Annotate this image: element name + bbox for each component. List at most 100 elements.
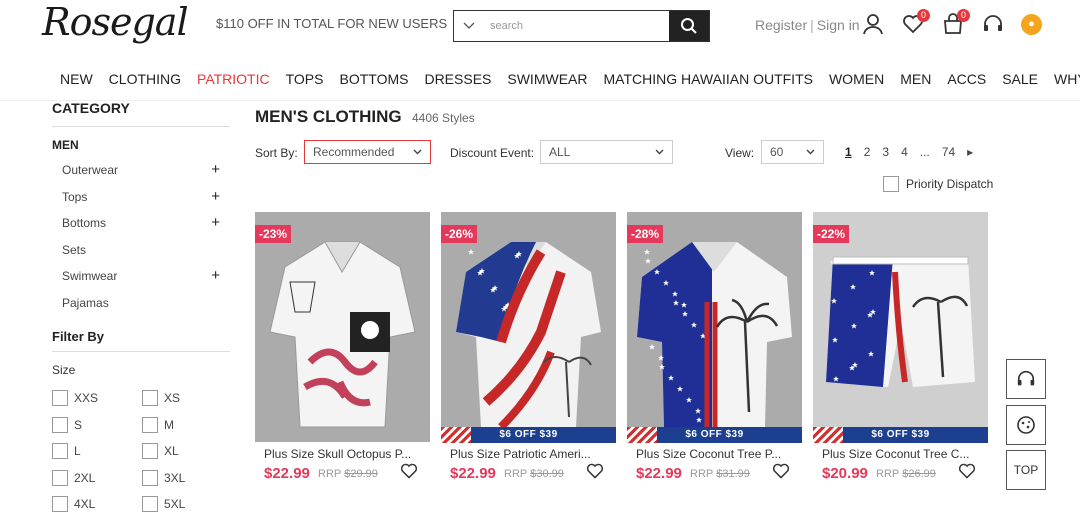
register-link[interactable]: Register <box>755 17 807 33</box>
promo-strip[interactable]: $6 OFF $39 <box>627 427 802 443</box>
priority-dispatch-filter[interactable]: Priority Dispatch <box>883 176 993 192</box>
size-option-s[interactable]: S <box>52 416 82 433</box>
discount-select[interactable]: ALL <box>540 140 673 164</box>
size-checkbox[interactable] <box>142 496 158 512</box>
promo-text[interactable]: $110 OFF IN TOTAL FOR NEW USERS <box>216 16 447 31</box>
nav-item-men[interactable]: MEN <box>900 71 931 87</box>
category-title: CATEGORY <box>52 100 130 116</box>
sidebar-item-outerwear[interactable]: Outerwear + <box>62 162 220 177</box>
page-4[interactable]: ... <box>920 145 930 159</box>
sidebar-item-label: Outerwear <box>62 163 119 177</box>
size-checkbox[interactable] <box>142 416 158 433</box>
size-checkbox[interactable] <box>52 416 68 433</box>
page-2[interactable]: 3 <box>882 145 889 159</box>
size-checkbox[interactable] <box>142 443 158 459</box>
promo-strip[interactable]: $6 OFF $39 <box>813 427 988 443</box>
sidebar-item-pajamas[interactable]: Pajamas <box>62 296 220 310</box>
size-option-xs[interactable]: XS <box>142 390 180 406</box>
size-checkbox[interactable] <box>142 469 158 486</box>
sidebar-item-sets[interactable]: Sets <box>62 243 220 257</box>
nav-item-patriotic[interactable]: PATRIOTIC <box>197 71 270 87</box>
expand-plus-icon[interactable]: + <box>211 189 220 204</box>
discount-badge: -22% <box>813 225 850 243</box>
user-icon[interactable] <box>862 13 884 35</box>
rosegal-logo[interactable]: Rosegal <box>42 0 189 44</box>
product-name[interactable]: Plus Size Coconut Tree P... <box>636 447 786 461</box>
wishlist-heart-icon[interactable] <box>772 462 790 480</box>
wishlist-icon[interactable]: 0 <box>902 9 930 35</box>
product-card[interactable]: -28% $6 OFF $39 Plus Size Coconut Tree P..… <box>627 212 802 513</box>
product-image-coconut-tree-shirt[interactable] <box>627 212 802 442</box>
size-option-l[interactable]: L <box>52 443 81 459</box>
size-option-xl[interactable]: XL <box>142 443 179 459</box>
nav-item-clothing[interactable]: CLOTHING <box>109 71 181 87</box>
category-men[interactable]: MEN <box>52 138 79 152</box>
next-page-arrow-icon[interactable]: ▸ <box>967 145 973 159</box>
sort-select[interactable]: Recommended <box>304 140 431 164</box>
cart-icon[interactable]: 0 <box>942 9 970 35</box>
points-coin-icon[interactable]: ● <box>1021 14 1042 35</box>
expand-plus-icon[interactable]: + <box>211 215 220 230</box>
size-option-4xl[interactable]: 4XL <box>52 496 95 512</box>
size-checkbox[interactable] <box>52 390 68 406</box>
size-option-xxs[interactable]: XXS <box>52 390 98 406</box>
size-checkbox[interactable] <box>142 390 158 406</box>
sidebar-item-swimwear[interactable]: Swimwear + <box>62 268 220 283</box>
search-button[interactable] <box>669 11 709 41</box>
wishlist-heart-icon[interactable] <box>586 462 604 480</box>
nav-item-accs[interactable]: ACCS <box>947 71 986 87</box>
size-option-2xl[interactable]: 2XL <box>52 469 95 486</box>
size-option-5xl[interactable]: 5XL <box>142 496 185 512</box>
size-label: XS <box>164 391 181 405</box>
size-checkbox[interactable] <box>52 496 68 512</box>
nav-item-new[interactable]: NEW <box>60 71 93 87</box>
back-to-top-button[interactable]: TOP <box>1006 450 1046 490</box>
product-card[interactable]: -26% $6 OFF $39 Plus Size Patriotic Ameri.… <box>441 212 616 513</box>
discount-badge: -26% <box>441 225 478 243</box>
cart-badge: 0 <box>957 9 970 22</box>
priority-checkbox[interactable] <box>883 176 899 192</box>
page-3[interactable]: 4 <box>901 145 908 159</box>
search-input[interactable] <box>484 11 669 41</box>
product-card[interactable]: -22% $6 OFF $39 Plus Size Coconut Tree C..… <box>813 212 988 513</box>
product-name[interactable]: Plus Size Patriotic Ameri... <box>450 447 600 461</box>
nav-item-bottoms[interactable]: BOTTOMS <box>339 71 408 87</box>
size-option-3xl[interactable]: 3XL <box>142 469 185 486</box>
wishlist-heart-icon[interactable] <box>958 462 976 480</box>
promo-strip[interactable]: $6 OFF $39 <box>441 427 616 443</box>
nav-item-why-rosegal[interactable]: WHY ROSEGAL <box>1054 71 1080 87</box>
size-checkbox[interactable] <box>52 469 68 486</box>
product-name[interactable]: Plus Size Coconut Tree C... <box>822 447 972 461</box>
product-rrp: RRP $30.99 <box>504 468 564 480</box>
headset-support-icon[interactable] <box>982 13 1004 35</box>
product-image-skull-octopus-shirt[interactable] <box>255 212 430 442</box>
sort-label: Sort By: <box>255 146 298 160</box>
cookie-settings-button[interactable] <box>1006 405 1046 445</box>
signin-link[interactable]: Sign in <box>817 17 860 33</box>
view-select[interactable]: 60 <box>761 140 824 164</box>
size-checkbox[interactable] <box>52 443 68 459</box>
search-category-chevron-icon[interactable] <box>454 11 484 41</box>
nav-item-women[interactable]: WOMEN <box>829 71 884 87</box>
wishlist-heart-icon[interactable] <box>400 462 418 480</box>
expand-plus-icon[interactable]: + <box>211 162 220 177</box>
expand-plus-icon[interactable]: + <box>211 268 220 283</box>
view-value: 60 <box>770 145 784 159</box>
product-image-patriotic-flag-shirt[interactable] <box>441 212 616 442</box>
product-name[interactable]: Plus Size Skull Octopus P... <box>264 447 414 461</box>
page-0[interactable]: 1 <box>845 145 852 159</box>
page-1[interactable]: 2 <box>864 145 871 159</box>
nav-item-sale[interactable]: SALE <box>1002 71 1038 87</box>
sidebar-item-bottoms[interactable]: Bottoms + <box>62 215 220 230</box>
nav-item-dresses[interactable]: DRESSES <box>424 71 491 87</box>
customer-service-button[interactable] <box>1006 359 1046 399</box>
nav-item-matching-hawaiian-outfits[interactable]: MATCHING HAWAIIAN OUTFITS <box>603 71 812 87</box>
sidebar-item-tops[interactable]: Tops + <box>62 189 220 204</box>
product-card[interactable]: -23% Plus Size Skull Octopus P... $22.99 RR… <box>255 212 430 513</box>
flag-icon <box>627 427 657 443</box>
nav-item-swimwear[interactable]: SWIMWEAR <box>507 71 587 87</box>
page-5[interactable]: 74 <box>942 145 955 159</box>
product-image-coconut-tree-shorts[interactable] <box>813 212 988 442</box>
size-option-m[interactable]: M <box>142 416 174 433</box>
nav-item-tops[interactable]: TOPS <box>286 71 324 87</box>
